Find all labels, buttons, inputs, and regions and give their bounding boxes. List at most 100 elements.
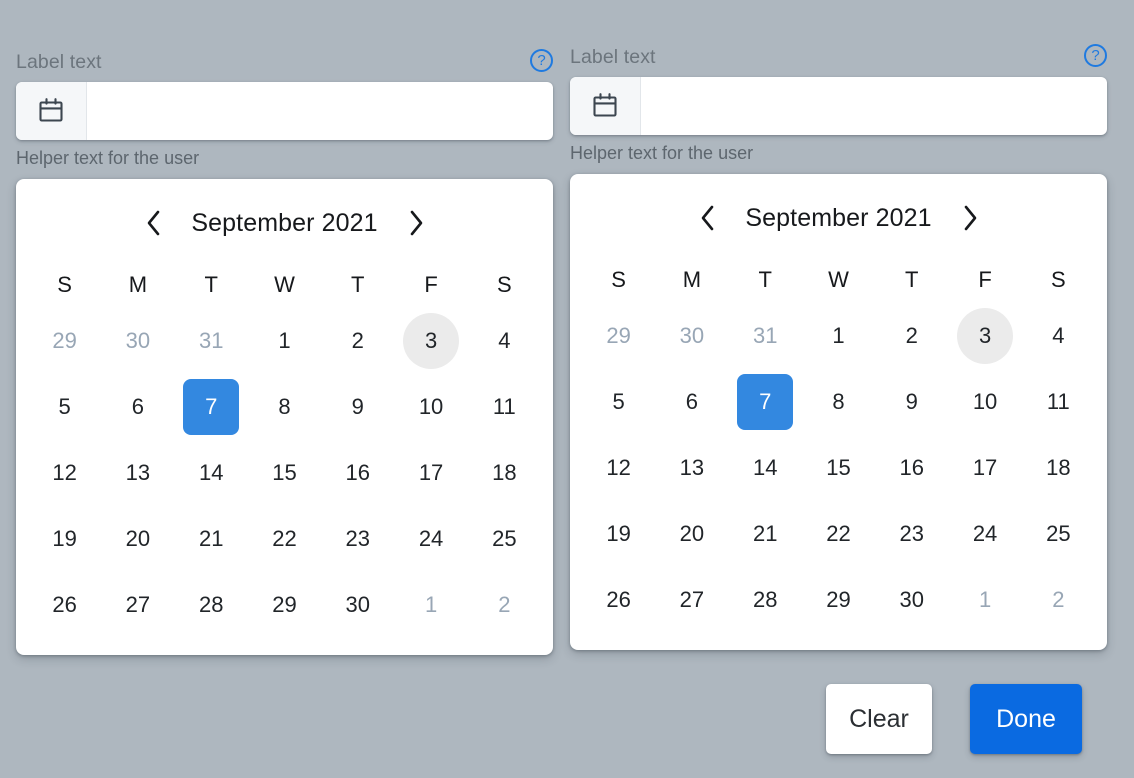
day-adjacent-month[interactable]: 30 — [110, 313, 166, 369]
day[interactable]: 8 — [256, 379, 312, 435]
day[interactable]: 20 — [110, 511, 166, 567]
day[interactable]: 27 — [110, 577, 166, 633]
day[interactable]: 14 — [737, 440, 793, 496]
day[interactable]: 1 — [810, 308, 866, 364]
day-adjacent-month[interactable]: 29 — [37, 313, 93, 369]
day[interactable]: 4 — [476, 313, 532, 369]
help-circle-icon[interactable]: ? — [1084, 44, 1107, 67]
day[interactable]: 15 — [810, 440, 866, 496]
day[interactable]: 28 — [737, 572, 793, 628]
day-cell: 31 — [729, 304, 802, 368]
day-cell: 3 — [394, 309, 467, 373]
day[interactable]: 26 — [37, 577, 93, 633]
day[interactable]: 29 — [256, 577, 312, 633]
day[interactable]: 24 — [403, 511, 459, 567]
day[interactable]: 9 — [330, 379, 386, 435]
chevron-right-icon[interactable] — [399, 206, 433, 240]
day[interactable]: 2 — [884, 308, 940, 364]
day[interactable]: 10 — [403, 379, 459, 435]
clear-button[interactable]: Clear — [826, 684, 932, 754]
done-button[interactable]: Done — [970, 684, 1082, 754]
weekday-label: M — [128, 272, 148, 297]
day[interactable]: 21 — [183, 511, 239, 567]
day-adjacent-month[interactable]: 29 — [591, 308, 647, 364]
day-selected[interactable]: 7 — [737, 374, 794, 430]
day[interactable]: 1 — [256, 313, 312, 369]
day[interactable]: 12 — [591, 440, 647, 496]
day-cell: 1 — [248, 309, 321, 373]
day[interactable]: 25 — [476, 511, 532, 567]
day[interactable]: 26 — [591, 572, 647, 628]
calendar-icon[interactable] — [570, 77, 641, 135]
day-cell: 27 — [655, 568, 728, 632]
weekday-label: S — [497, 272, 512, 297]
dialog-actions: Clear Done — [826, 684, 1082, 754]
help-circle-icon[interactable]: ? — [530, 49, 553, 72]
day[interactable]: 13 — [110, 445, 166, 501]
day-cell: 30 — [875, 568, 948, 632]
date-input[interactable] — [641, 77, 1107, 135]
date-input[interactable] — [87, 82, 553, 140]
day-adjacent-month[interactable]: 31 — [183, 313, 239, 369]
day[interactable]: 19 — [37, 511, 93, 567]
helper-text: Helper text for the user — [570, 143, 754, 163]
weekday-header-row: SMTWTFS — [28, 263, 541, 307]
day[interactable]: 23 — [884, 506, 940, 562]
day[interactable]: 27 — [664, 572, 720, 628]
day[interactable]: 30 — [330, 577, 386, 633]
day-cell: 15 — [248, 441, 321, 505]
day[interactable]: 16 — [330, 445, 386, 501]
day-cell: 26 — [28, 573, 101, 637]
day-adjacent-month[interactable]: 1 — [403, 577, 459, 633]
day[interactable]: 17 — [957, 440, 1013, 496]
day[interactable]: 2 — [330, 313, 386, 369]
day[interactable]: 22 — [256, 511, 312, 567]
chevron-right-icon[interactable] — [953, 201, 987, 235]
day[interactable]: 15 — [256, 445, 312, 501]
day[interactable]: 5 — [37, 379, 93, 435]
day[interactable]: 19 — [591, 506, 647, 562]
day-adjacent-month[interactable]: 31 — [737, 308, 793, 364]
day[interactable]: 4 — [1030, 308, 1086, 364]
day[interactable]: 20 — [664, 506, 720, 562]
day-adjacent-month[interactable]: 2 — [476, 577, 532, 633]
day[interactable]: 16 — [884, 440, 940, 496]
day[interactable]: 13 — [664, 440, 720, 496]
day[interactable]: 5 — [591, 374, 647, 430]
day[interactable]: 9 — [884, 374, 940, 430]
day-cell: 6 — [101, 375, 174, 439]
chevron-left-icon[interactable] — [691, 201, 725, 235]
day[interactable]: 29 — [810, 572, 866, 628]
day-today[interactable]: 3 — [403, 313, 460, 369]
day-today[interactable]: 3 — [957, 308, 1014, 364]
day[interactable]: 6 — [664, 374, 720, 430]
day[interactable]: 11 — [476, 379, 532, 435]
day-adjacent-month[interactable]: 2 — [1030, 572, 1086, 628]
chevron-left-icon[interactable] — [137, 206, 171, 240]
day-selected[interactable]: 7 — [183, 379, 240, 435]
day[interactable]: 12 — [37, 445, 93, 501]
day[interactable]: 17 — [403, 445, 459, 501]
day[interactable]: 22 — [810, 506, 866, 562]
day-cell: 2 — [1022, 568, 1095, 632]
day-cell: 10 — [948, 370, 1021, 434]
day[interactable]: 21 — [737, 506, 793, 562]
day[interactable]: 23 — [330, 511, 386, 567]
day[interactable]: 10 — [957, 374, 1013, 430]
day[interactable]: 6 — [110, 379, 166, 435]
day[interactable]: 25 — [1030, 506, 1086, 562]
date-picker-panel-left: Label text ? Helper text for the user Se… — [16, 48, 553, 655]
day[interactable]: 18 — [476, 445, 532, 501]
day-adjacent-month[interactable]: 1 — [957, 572, 1013, 628]
day[interactable]: 28 — [183, 577, 239, 633]
day-cell: 20 — [101, 507, 174, 571]
day-adjacent-month[interactable]: 30 — [664, 308, 720, 364]
day[interactable]: 30 — [884, 572, 940, 628]
day[interactable]: 8 — [810, 374, 866, 430]
day[interactable]: 14 — [183, 445, 239, 501]
day[interactable]: 24 — [957, 506, 1013, 562]
calendar-icon[interactable] — [16, 82, 87, 140]
day-cell: 28 — [729, 568, 802, 632]
day[interactable]: 18 — [1030, 440, 1086, 496]
day[interactable]: 11 — [1030, 374, 1086, 430]
